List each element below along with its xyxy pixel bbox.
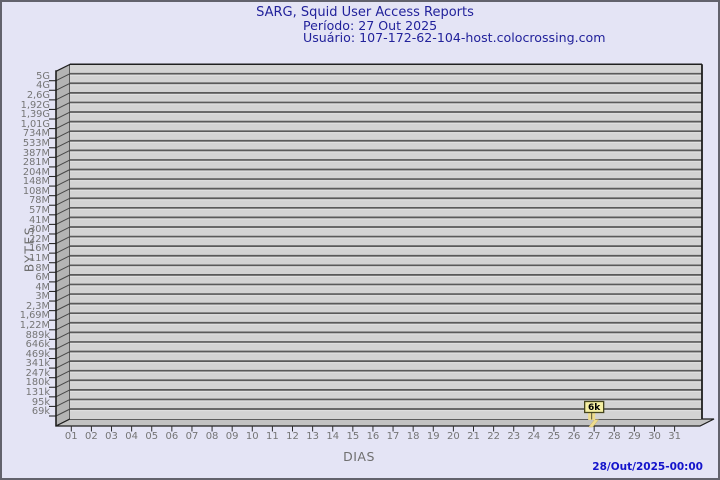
bytes-per-day-chart: 6k [49,63,715,432]
y-axis-title: BYTES [21,225,37,273]
generation-timestamp: 28/Out/2025-00:00 [592,461,703,473]
sarg-report-page: SARG, Squid User Access Reports Período:… [0,0,720,480]
bar-value-label: 6k [588,403,601,413]
